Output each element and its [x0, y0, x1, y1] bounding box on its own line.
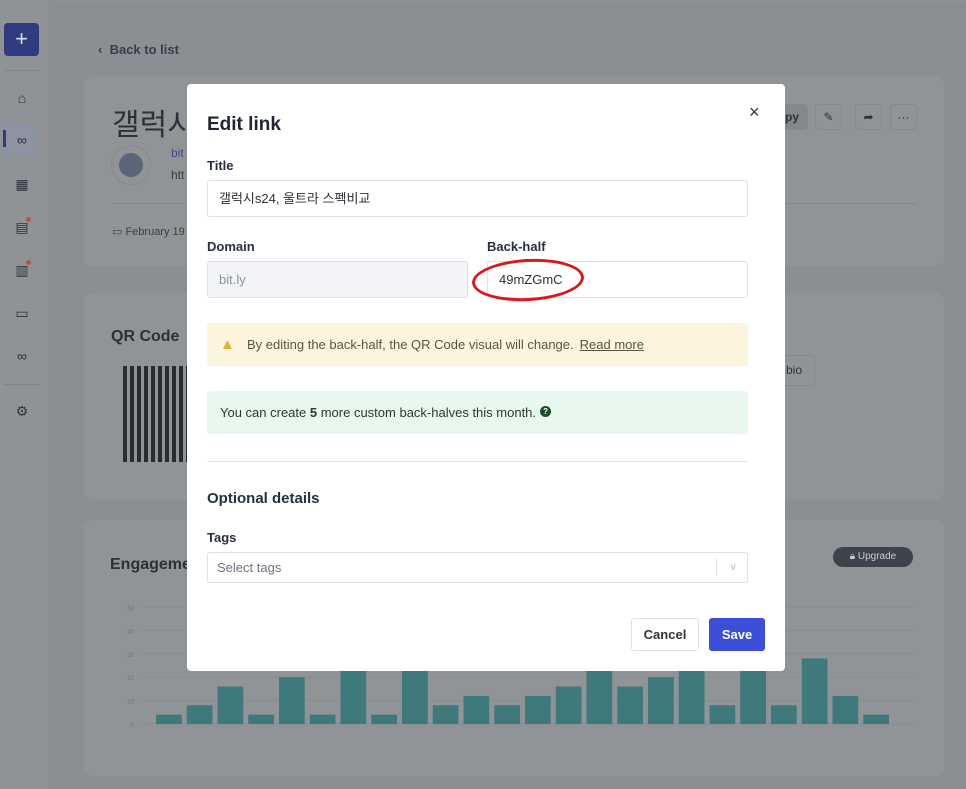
read-more-link[interactable]: Read more — [580, 337, 644, 352]
divider — [207, 461, 748, 462]
y-tick-label: 0 — [131, 723, 135, 729]
help-icon[interactable]: ? — [540, 406, 552, 417]
backhalf-label: Back-half — [487, 239, 546, 254]
save-button[interactable]: Save — [709, 618, 765, 651]
info-banner: You can create 5 more custom back-halves… — [207, 391, 748, 434]
chart-bar — [740, 667, 766, 724]
chart-bar — [432, 705, 459, 724]
info-prefix: You can create — [220, 405, 310, 420]
chart-bar — [586, 667, 613, 724]
chart-bar — [648, 677, 674, 724]
info-suffix: more custom back-halves this month. — [317, 405, 537, 420]
chart-bar — [371, 714, 397, 724]
cancel-button[interactable]: Cancel — [631, 618, 699, 651]
chart-bar — [279, 677, 305, 724]
y-tick-label: 10 — [127, 700, 134, 706]
warning-icon: ▲ — [220, 336, 235, 353]
warning-text: By editing the back-half, the QR Code vi… — [247, 337, 574, 352]
modal-title: Edit link — [207, 114, 281, 135]
chart-bar — [340, 667, 367, 724]
edit-link-modal: Edit link × Title 갤럭시s24, 울트라 스펙비교 Domai… — [187, 84, 785, 671]
y-tick-label: 40 — [127, 629, 134, 635]
chart-bar — [402, 667, 428, 724]
chart-bar — [494, 705, 520, 724]
title-label: Title — [207, 158, 234, 173]
chart-bar — [248, 714, 274, 724]
chart-bar — [832, 695, 859, 724]
optional-details-title: Optional details — [207, 490, 320, 507]
chart-bar — [309, 714, 336, 724]
chart-bar — [771, 705, 797, 724]
tags-label: Tags — [207, 530, 237, 545]
chevron-down-icon: ∨ — [729, 562, 737, 573]
domain-label: Domain — [207, 239, 255, 254]
backhalf-input[interactable]: 49mZGmC — [487, 261, 748, 298]
title-input[interactable]: 갤럭시s24, 울트라 스펙비교 — [207, 180, 748, 217]
chart-bar — [525, 695, 551, 724]
chart-bar — [801, 658, 828, 724]
y-tick-label: 30 — [127, 653, 134, 659]
chart-bar — [678, 667, 705, 724]
warning-banner: ▲ By editing the back-half, the QR Code v… — [207, 323, 748, 366]
chart-bar — [617, 686, 643, 724]
chart-bar — [709, 705, 736, 724]
close-icon[interactable]: × — [749, 102, 760, 123]
chart-bar — [217, 686, 244, 724]
chart-bar — [186, 705, 213, 724]
chart-bar — [463, 695, 490, 724]
chart-bar — [156, 714, 182, 724]
chart-bar — [863, 714, 889, 724]
tags-select[interactable]: Select tags ∨ — [207, 552, 748, 583]
y-tick-label: 20 — [127, 676, 134, 682]
domain-input: bit.ly — [207, 261, 468, 298]
y-tick-label: 50 — [127, 606, 134, 612]
tags-placeholder: Select tags — [217, 560, 282, 575]
chart-bar — [555, 686, 582, 724]
